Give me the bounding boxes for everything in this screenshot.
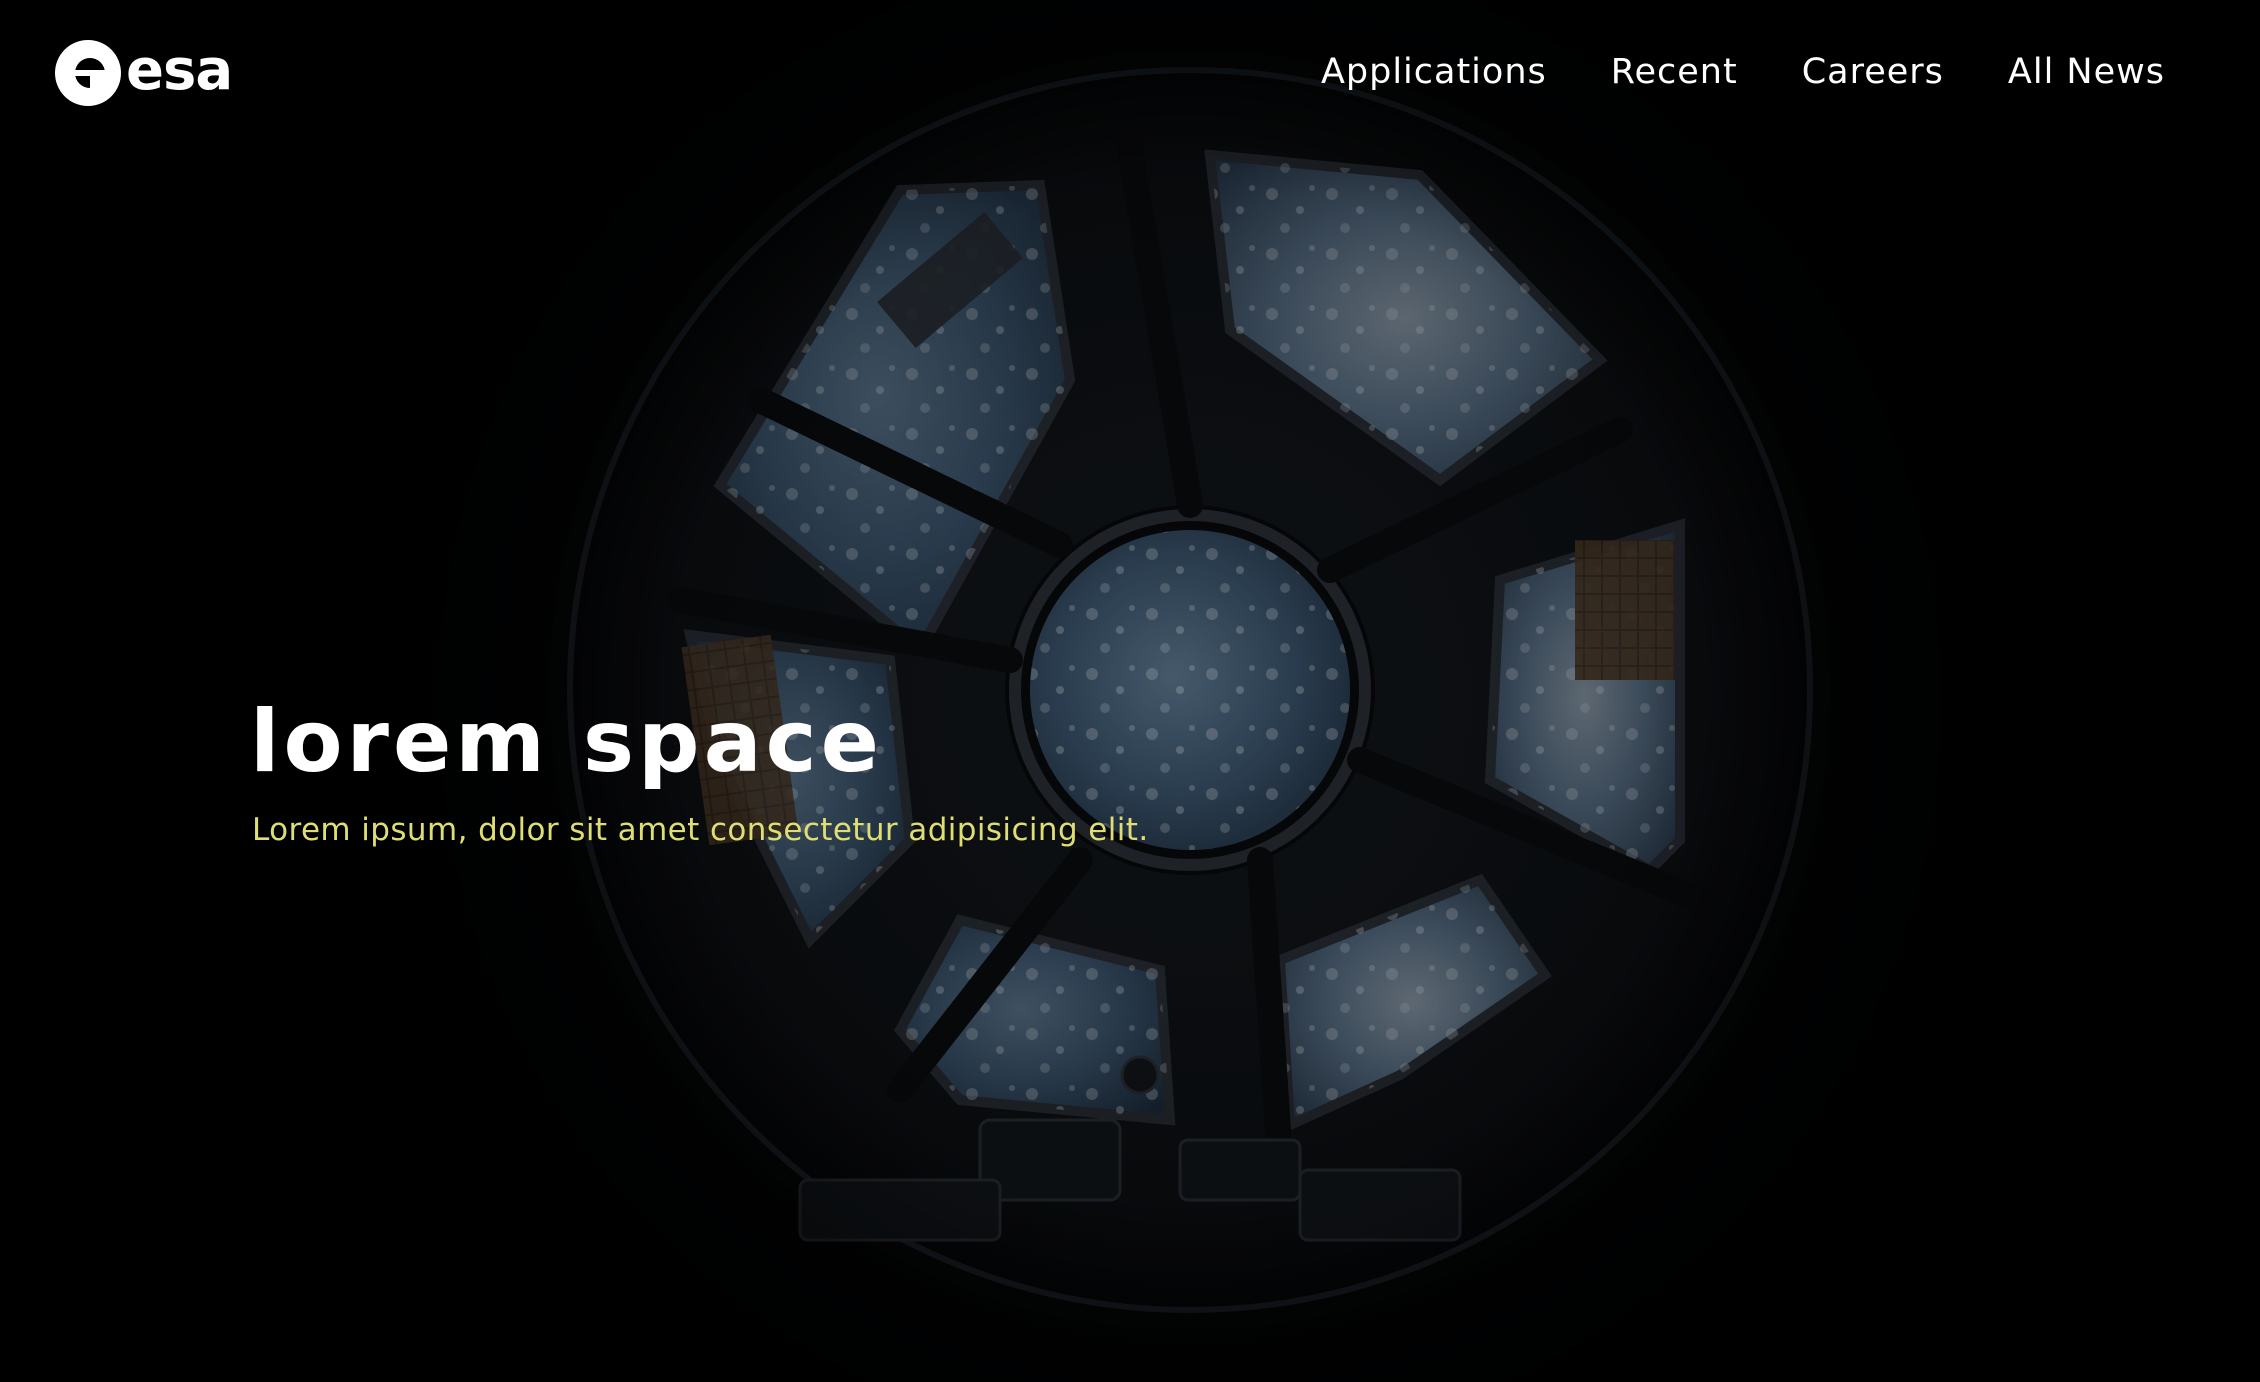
hero-background-image	[0, 0, 2260, 1382]
nav-link-careers[interactable]: Careers	[1802, 48, 1944, 96]
site-header: esa Applications Recent Careers All News	[0, 0, 2260, 150]
nav-link-applications[interactable]: Applications	[1321, 48, 1547, 96]
nav-link-all-news[interactable]: All News	[2008, 48, 2165, 96]
hero-title: lorem space	[250, 692, 883, 792]
main-nav: Applications Recent Careers All News	[1321, 48, 2165, 96]
page: esa Applications Recent Careers All News…	[0, 0, 2260, 1382]
esa-logo-icon	[55, 40, 121, 106]
logo-text: esa	[126, 38, 233, 103]
esa-logo[interactable]: esa	[50, 38, 233, 108]
hero-subtitle: Lorem ipsum, dolor sit amet consectetur …	[252, 812, 1149, 848]
nav-link-recent[interactable]: Recent	[1611, 48, 1738, 96]
